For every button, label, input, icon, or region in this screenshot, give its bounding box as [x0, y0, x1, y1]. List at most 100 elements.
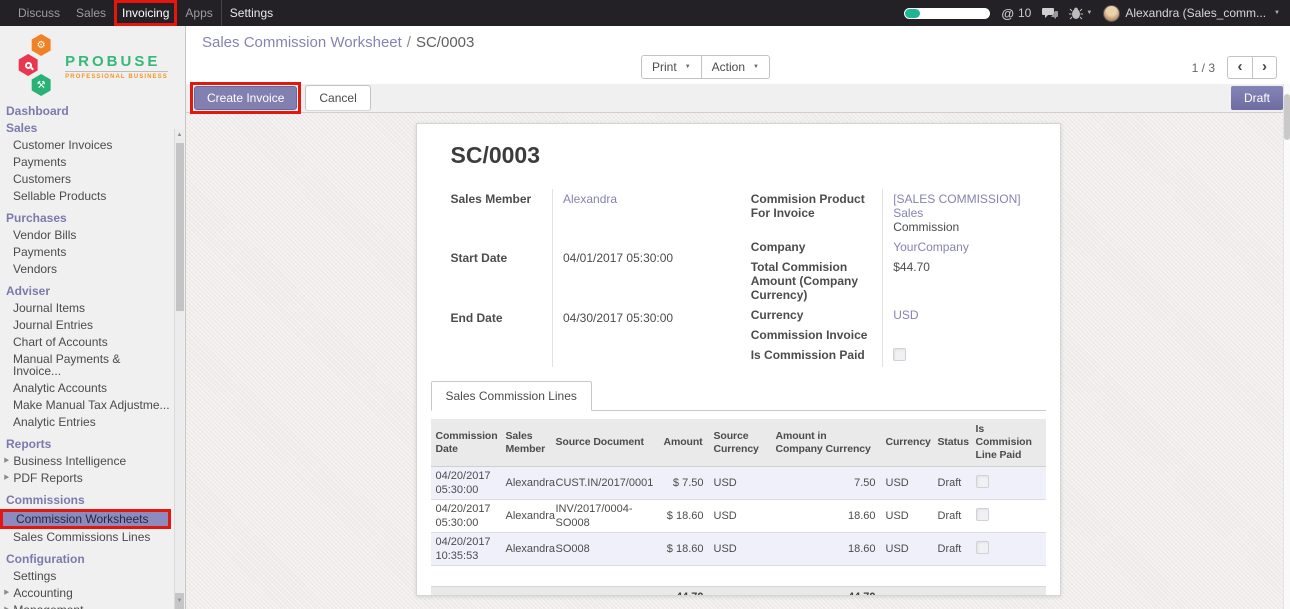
sidebar-item-settings[interactable]: Settings	[0, 568, 174, 585]
header-source-currency[interactable]: Source Currency	[709, 419, 771, 467]
menu-apps[interactable]: Apps	[177, 0, 220, 26]
timer-progress-pill[interactable]	[904, 8, 990, 19]
header-status[interactable]: Status	[933, 419, 971, 467]
page-scrollbar[interactable]	[1283, 84, 1290, 609]
previous-record-button[interactable]: ‹	[1227, 56, 1252, 79]
sidebar-section-dashboard[interactable]: Dashboard	[0, 103, 174, 120]
line-paid-checkbox[interactable]	[976, 475, 989, 488]
cell-source-currency: USD	[709, 467, 771, 500]
mentions-counter[interactable]: @ 10	[1001, 6, 1031, 21]
breadcrumb-separator: /	[407, 34, 411, 51]
currency-value[interactable]: USD	[893, 308, 918, 322]
sidebar-section-adviser[interactable]: Adviser	[0, 283, 174, 300]
timer-progress-fill	[905, 9, 920, 18]
sidebar-item-vendors[interactable]: Vendors	[0, 261, 174, 278]
cell-paid	[971, 533, 1046, 566]
scroll-down-icon[interactable]: ▼	[175, 593, 184, 609]
table-row[interactable]: 04/20/2017 05:30:00 Alexandra CUST.IN/20…	[431, 467, 1046, 500]
sidebar-item-chart-of-accounts[interactable]: Chart of Accounts	[0, 334, 174, 351]
sidebar-scrollbar-thumb[interactable]	[176, 143, 184, 311]
right-field-group: Commision Product For Invoice [SALES COM…	[751, 189, 1041, 367]
totals-empty	[881, 587, 933, 597]
end-date-label: End Date	[451, 308, 553, 367]
cell-status: Draft	[933, 500, 971, 533]
sidebar-section-sales[interactable]: Sales	[0, 120, 174, 137]
probuse-logo: ⚙ ⚒ PROBUSE PROFESSIONAL BUSINESS	[0, 33, 185, 99]
line-paid-checkbox[interactable]	[976, 541, 989, 554]
header-currency[interactable]: Currency	[881, 419, 933, 467]
user-menu[interactable]: Alexandra (Sales_comm... ▼	[1103, 5, 1280, 22]
sidebar-item-business-intelligence[interactable]: ▶Business Intelligence	[0, 453, 174, 470]
next-record-button[interactable]: ›	[1252, 56, 1277, 79]
action-button[interactable]: Action▼	[702, 55, 770, 79]
action-caret-icon: ▼	[753, 64, 759, 70]
page-scrollbar-thumb[interactable]	[1284, 94, 1290, 140]
sidebar-item-journal-items[interactable]: Journal Items	[0, 300, 174, 317]
logo-tools-hexagon-icon: ⚒	[30, 74, 52, 96]
menu-invoicing[interactable]: Invoicing	[114, 0, 177, 26]
is-commission-paid-checkbox[interactable]	[893, 348, 906, 361]
create-invoice-button[interactable]: Create Invoice	[194, 86, 297, 110]
menu-settings[interactable]: Settings	[221, 0, 281, 26]
commission-product-value-link[interactable]: [SALES COMMISSION] Sales	[893, 192, 1020, 220]
menu-discuss[interactable]: Discuss	[10, 0, 68, 26]
print-caret-icon: ▼	[685, 64, 691, 70]
sales-member-label: Sales Member	[451, 189, 553, 248]
sidebar-item-analytic-entries[interactable]: Analytic Entries	[0, 414, 174, 431]
table-row[interactable]: 04/20/2017 10:35:53 Alexandra SO008 $ 18…	[431, 533, 1046, 566]
sidebar-item-management[interactable]: ▶Management	[0, 602, 174, 609]
sidebar-item-customers[interactable]: Customers	[0, 171, 174, 188]
start-date-label: Start Date	[451, 248, 553, 307]
sidebar-item-sales-commissions-lines[interactable]: Sales Commissions Lines	[0, 529, 174, 546]
sidebar-section-configuration[interactable]: Configuration	[0, 551, 174, 568]
print-button[interactable]: Print▼	[641, 55, 702, 79]
expand-arrow-icon: ▶	[4, 604, 9, 609]
sidebar-item-pdf-reports[interactable]: ▶PDF Reports	[0, 470, 174, 487]
commission-invoice-label: Commission Invoice	[751, 325, 883, 345]
record-pager: 1 / 3 ‹ ›	[1192, 56, 1277, 79]
menu-sales[interactable]: Sales	[68, 0, 114, 26]
sidebar-item-commission-worksheets[interactable]: Commission Worksheets	[0, 509, 171, 529]
content-area: Sales Commission Worksheet/SC/0003 Print…	[186, 26, 1290, 609]
scroll-up-icon[interactable]: ▲	[175, 129, 184, 141]
header-sales-member[interactable]: Sales Member	[501, 419, 551, 467]
sidebar-item-payments-sales[interactable]: Payments	[0, 154, 174, 171]
company-value[interactable]: YourCompany	[893, 240, 969, 254]
user-name: Alexandra (Sales_comm...	[1125, 6, 1266, 20]
sidebar-scrollbar[interactable]: ▲ ▼	[174, 129, 184, 609]
sidebar-item-payments-purchases[interactable]: Payments	[0, 244, 174, 261]
messages-icon[interactable]	[1042, 7, 1058, 20]
tab-sales-commission-lines[interactable]: Sales Commission Lines	[431, 381, 592, 411]
sidebar-section-purchases[interactable]: Purchases	[0, 210, 174, 227]
sidebar-section-reports[interactable]: Reports	[0, 436, 174, 453]
sidebar-item-analytic-accounts[interactable]: Analytic Accounts	[0, 380, 174, 397]
header-amount-company-currency[interactable]: Amount in Company Currency	[771, 419, 881, 467]
header-source-document[interactable]: Source Document	[551, 419, 659, 467]
sidebar-section-commissions[interactable]: Commissions	[0, 492, 174, 509]
field-groups: Sales Member Alexandra Start Date 04/01/…	[451, 189, 1041, 367]
sidebar-menu: Dashboard Sales Customer Invoices Paymen…	[0, 99, 174, 609]
sidebar-item-vendor-bills[interactable]: Vendor Bills	[0, 227, 174, 244]
form-sheet: SC/0003 Sales Member Alexandra Start Dat…	[416, 123, 1061, 596]
totals-empty	[431, 587, 501, 597]
sidebar-item-accounting[interactable]: ▶Accounting	[0, 585, 174, 602]
debug-bug-icon[interactable]: ▼	[1069, 7, 1092, 20]
cell-status: Draft	[933, 467, 971, 500]
sidebar-item-sellable-products[interactable]: Sellable Products	[0, 188, 174, 205]
sidebar-item-manual-payments-invoice[interactable]: Manual Payments & Invoice...	[0, 351, 174, 380]
pager-counter: 1 / 3	[1192, 61, 1215, 75]
sidebar-item-customer-invoices[interactable]: Customer Invoices	[0, 137, 174, 154]
cancel-button[interactable]: Cancel	[305, 85, 370, 111]
mention-count: 10	[1018, 6, 1031, 20]
status-badge-draft[interactable]: Draft	[1231, 86, 1283, 110]
header-is-commission-line-paid[interactable]: Is Commision Line Paid	[971, 419, 1046, 467]
systray: @ 10 ▼ Alexandra (Sales_comm... ▼	[904, 0, 1290, 26]
table-row[interactable]: 04/20/2017 05:30:00 Alexandra INV/2017/0…	[431, 500, 1046, 533]
line-paid-checkbox[interactable]	[976, 508, 989, 521]
sales-member-value[interactable]: Alexandra	[563, 192, 617, 206]
header-amount[interactable]: Amount	[659, 419, 709, 467]
breadcrumb-parent-link[interactable]: Sales Commission Worksheet	[202, 34, 402, 51]
header-commission-date[interactable]: Commission Date	[431, 419, 501, 467]
sidebar-item-make-manual-tax-adjustment[interactable]: Make Manual Tax Adjustme...	[0, 397, 174, 414]
sidebar-item-journal-entries[interactable]: Journal Entries	[0, 317, 174, 334]
